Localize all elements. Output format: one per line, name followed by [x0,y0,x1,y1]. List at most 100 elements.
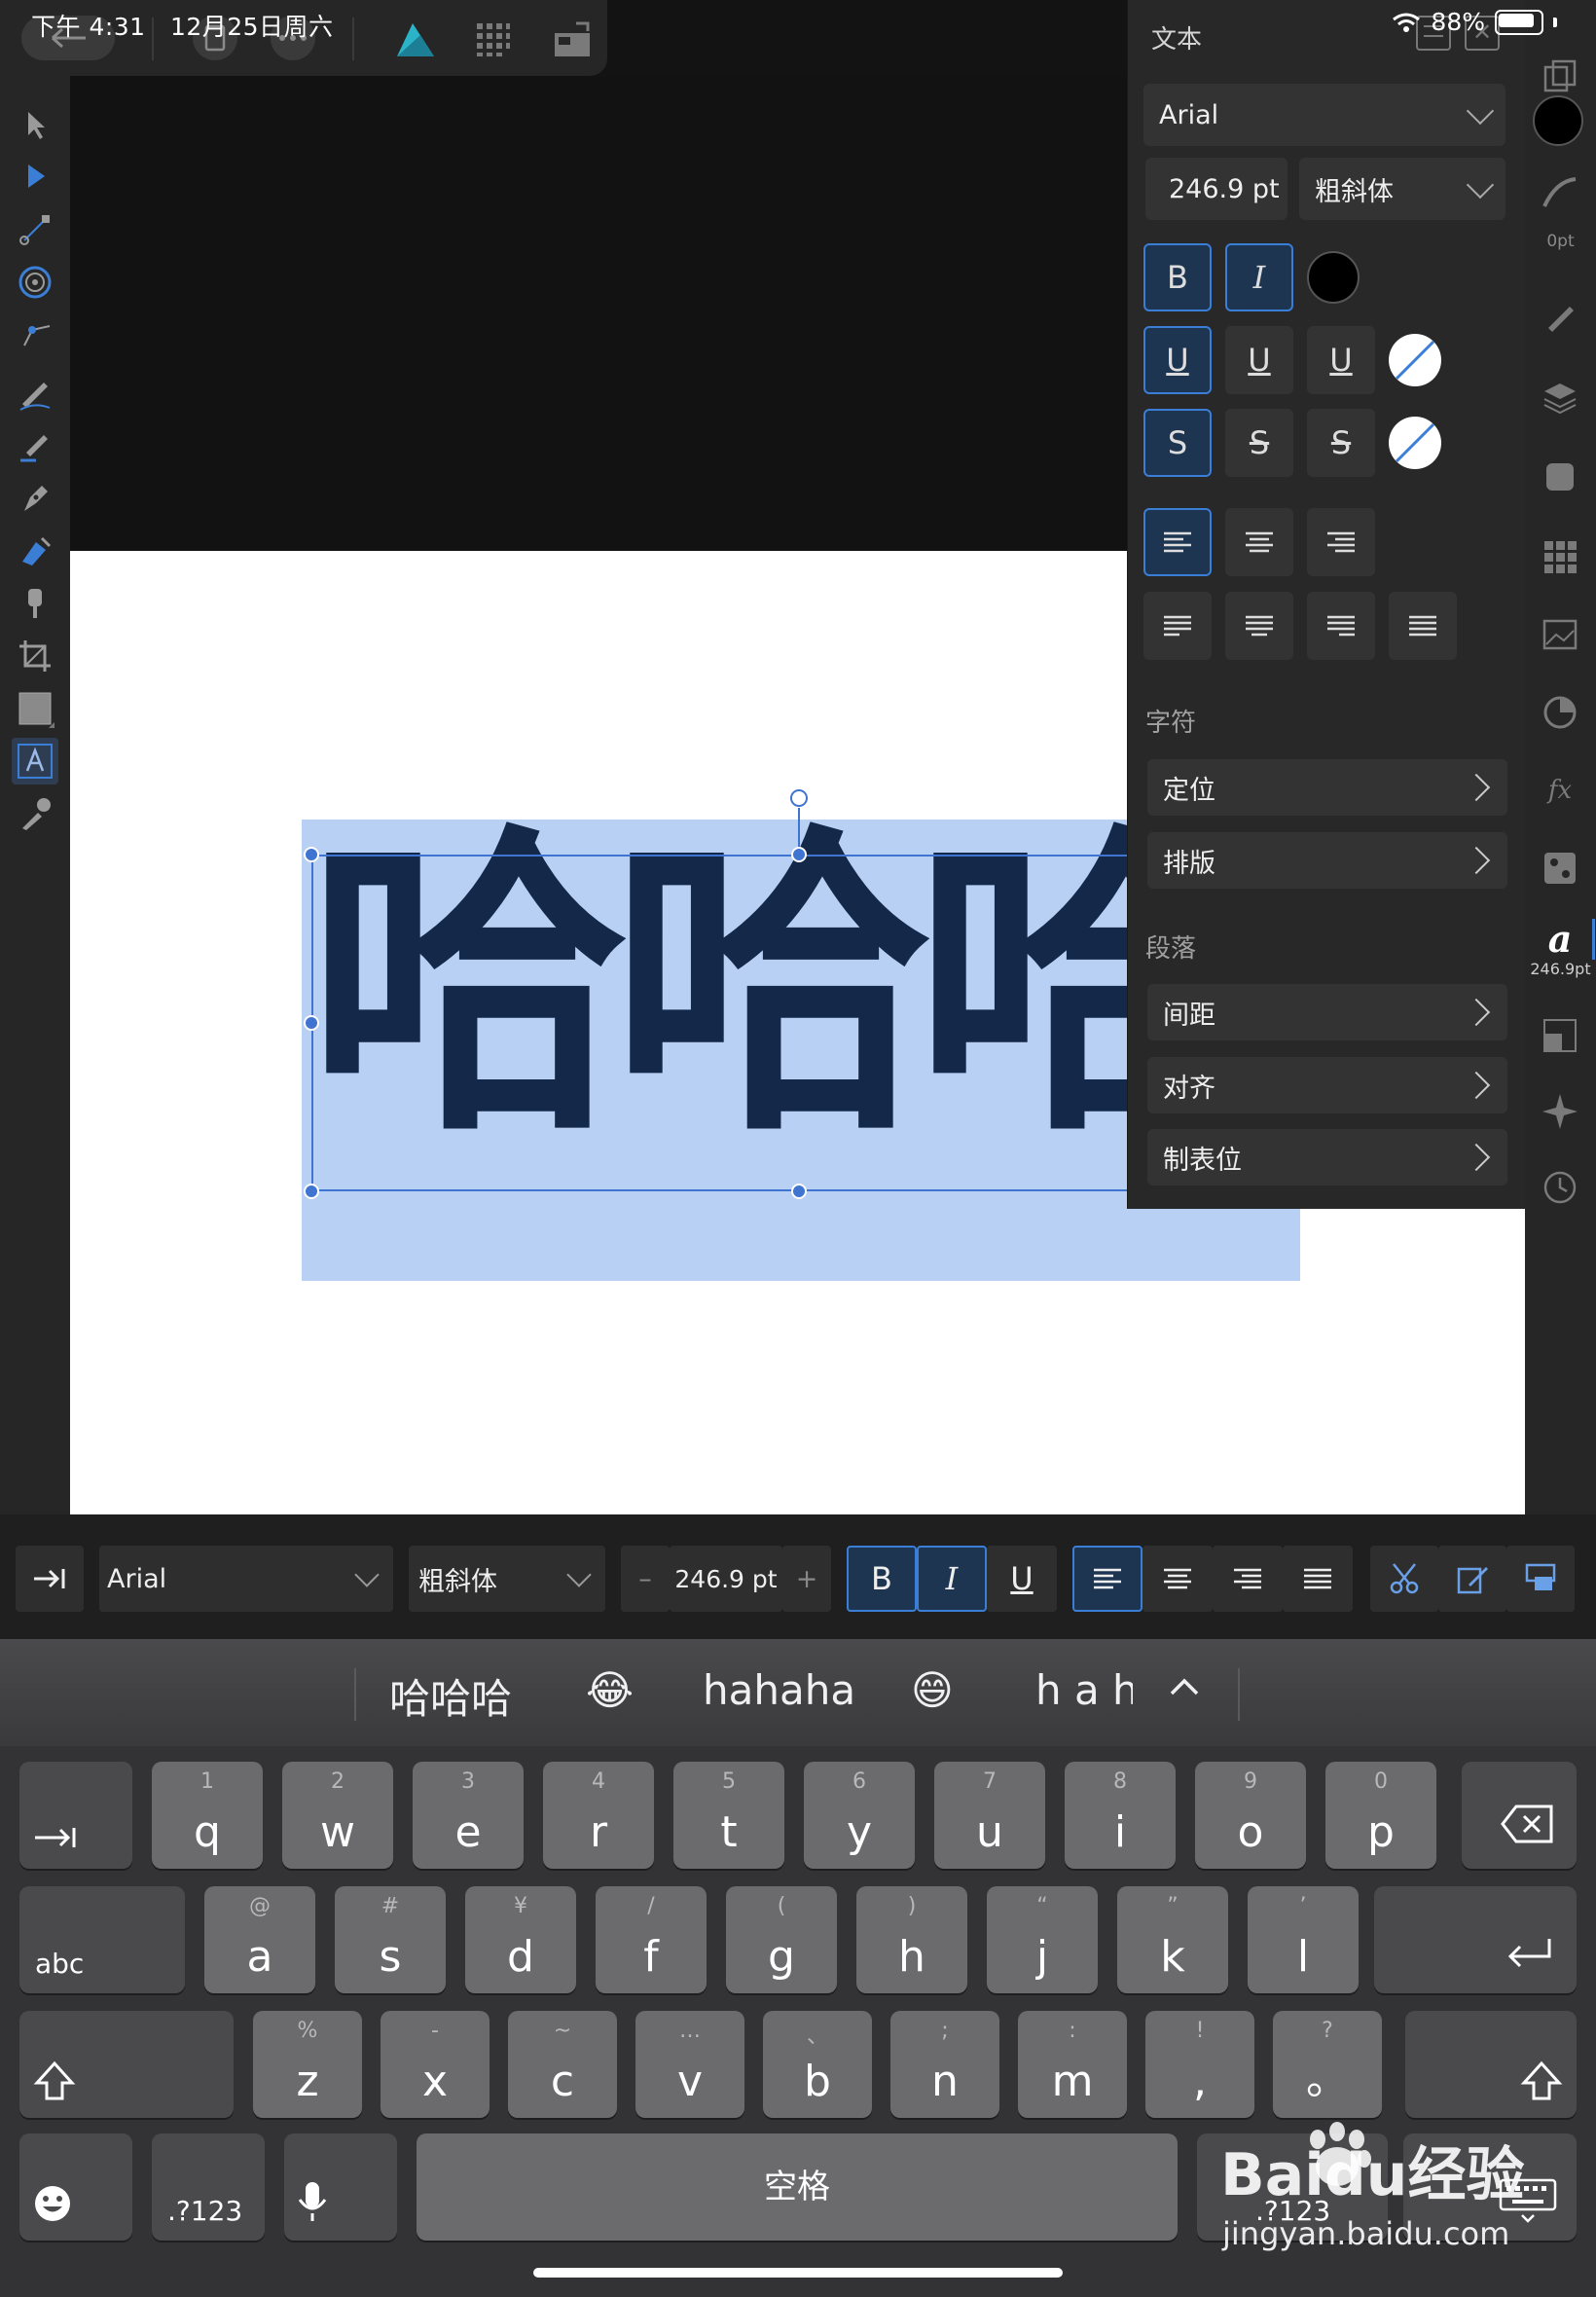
ctx-size-decrease[interactable]: – [621,1546,670,1612]
align-left-button[interactable] [1143,508,1212,576]
key-r1-6[interactable]: 7u [934,1762,1045,1869]
resize-handle-bottom[interactable] [791,1184,807,1199]
key-r3-3[interactable]: … v [635,2011,744,2118]
key-r2-5[interactable]: ) h [856,1886,967,1993]
ctx-italic-button[interactable]: I [917,1546,987,1612]
swatches-icon[interactable] [1541,537,1579,576]
suggestion-5[interactable]: h a h [1035,1666,1133,1714]
suggestion-1[interactable]: 哈哈哈 [389,1666,512,1726]
key-r1-4[interactable]: 5t [673,1762,784,1869]
tab-key[interactable] [19,1762,132,1869]
key-r2-6[interactable]: “j [987,1886,1098,1993]
key-r2-7[interactable]: ” k [1117,1886,1228,1993]
document-menu-icon[interactable] [1541,56,1579,95]
pencil-tool[interactable] [12,370,58,417]
numbers-key[interactable]: .?123 [152,2133,265,2241]
ctx-align-center[interactable] [1143,1546,1213,1612]
ctx-align-right[interactable] [1213,1546,1283,1612]
fill-color-swatch[interactable] [1533,95,1583,146]
designer-persona-icon[interactable] [393,19,438,64]
key-r3-8[interactable]: ?。 [1273,2011,1382,2118]
brushes-icon[interactable] [1541,297,1579,336]
abc-key[interactable]: abc [19,1886,185,1993]
key-r3-5[interactable]: ; n [890,2011,999,2118]
strike-color-none-swatch[interactable] [1389,417,1441,469]
transparency-tool[interactable] [12,580,58,627]
tab-indent-button[interactable] [16,1546,84,1612]
key-r3-0[interactable]: % z [253,2011,362,2118]
underline-single-button[interactable]: U [1143,326,1212,394]
artistic-text-tool[interactable] [12,738,58,784]
key-r3-1[interactable]: -x [381,2011,490,2118]
ctx-paste-button[interactable] [1506,1546,1575,1612]
home-indicator[interactable] [533,2268,1063,2278]
align-right-button[interactable] [1307,508,1375,576]
expand-suggestions-icon[interactable] [1168,1676,1201,1701]
color-picker-tool[interactable] [12,790,58,837]
character-typography-row[interactable]: 排版 [1147,832,1507,889]
return-key[interactable] [1374,1886,1577,1993]
key-r3-4[interactable]: 、 b [763,2011,872,2118]
strike-triple-button[interactable]: S [1307,409,1375,477]
font-family-select[interactable]: Arial [1143,84,1505,146]
shift-right-key[interactable] [1405,2011,1577,2118]
fill-tool[interactable] [12,528,58,574]
strike-single-button[interactable]: S [1143,409,1212,477]
transform-icon[interactable] [1541,1016,1579,1055]
underline-double-button[interactable]: U [1225,326,1293,394]
ctx-align-left[interactable] [1072,1546,1143,1612]
underline-accounting-button[interactable]: U [1307,326,1375,394]
ctx-size-increase[interactable]: + [782,1546,831,1612]
bold-button[interactable]: B [1143,243,1212,311]
assets-icon[interactable] [1541,615,1579,654]
corner-tool[interactable] [12,206,58,253]
suggestion-2[interactable]: 😂 [586,1666,634,1714]
key-r2-4[interactable]: (g [726,1886,837,1993]
pen-tool[interactable] [12,475,58,522]
font-size-field[interactable]: 246.9 pt [1145,158,1288,220]
justify-all-button[interactable] [1389,592,1457,660]
key-r1-1[interactable]: 2w [282,1762,393,1869]
resize-handle-bottom-left[interactable] [304,1184,319,1199]
vector-brush-tool[interactable] [12,422,58,469]
justify-right-button[interactable] [1307,592,1375,660]
key-r3-2[interactable]: ~ c [508,2011,617,2118]
export-persona-icon[interactable] [553,21,592,62]
fx-effects-icon[interactable]: fx [1541,771,1579,810]
shape-tool[interactable] [12,685,58,732]
key-r1-5[interactable]: 6y [804,1762,915,1869]
ctx-justify[interactable] [1283,1546,1353,1612]
space-key[interactable]: 空格 [417,2133,1178,2241]
paragraph-spacing-row[interactable]: 间距 [1147,984,1507,1040]
resize-handle-top-left[interactable] [304,847,319,862]
key-r2-0[interactable]: @ a [204,1886,315,1993]
key-r2-1[interactable]: # s [335,1886,446,1993]
styles-icon[interactable] [1541,849,1579,888]
resize-handle-left[interactable] [304,1015,319,1031]
key-r2-3[interactable]: / f [596,1886,707,1993]
font-style-select[interactable]: 粗斜体 [1299,158,1505,220]
italic-button[interactable]: I [1225,243,1293,311]
point-transform-tool[interactable] [12,311,58,358]
move-tool[interactable] [12,101,58,148]
pixel-persona-icon[interactable] [475,21,512,62]
emoji-key[interactable] [19,2133,132,2241]
suggestion-4[interactable]: 😄 [911,1666,954,1714]
contour-tool[interactable] [12,259,58,306]
node-tool[interactable] [12,154,58,201]
key-r1-7[interactable]: 8i [1065,1762,1176,1869]
key-r1-8[interactable]: 9o [1195,1762,1306,1869]
layers-icon[interactable] [1541,378,1579,417]
paragraph-alignment-row[interactable]: 对齐 [1147,1057,1507,1113]
delete-key[interactable] [1462,1762,1577,1869]
strike-double-button[interactable]: S [1225,409,1293,477]
appearance-icon[interactable] [1541,457,1579,496]
suggestion-3[interactable]: hahaha [703,1666,855,1714]
justify-center-button[interactable] [1225,592,1293,660]
paragraph-tabstops-row[interactable]: 制表位 [1147,1129,1507,1185]
ctx-cut-button[interactable] [1370,1546,1438,1612]
color-wheel-icon[interactable] [1541,693,1579,732]
key-r3-6[interactable]: :m [1018,2011,1127,2118]
key-r2-2[interactable]: ¥ d [465,1886,576,1993]
resize-handle-top[interactable] [791,847,807,862]
